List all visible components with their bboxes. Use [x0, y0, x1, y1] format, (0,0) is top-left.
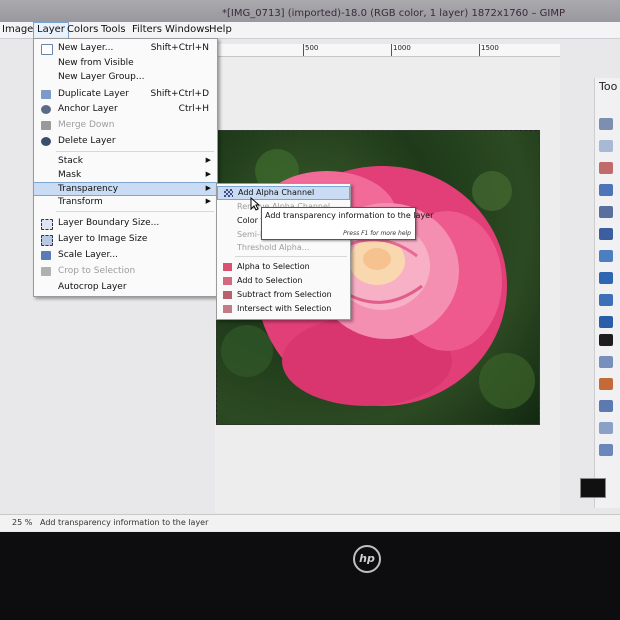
merge-down-icon: [41, 121, 51, 130]
ruler-label-1500: 1500: [481, 44, 499, 52]
menu-item-new-from-visible[interactable]: New from Visible: [34, 57, 217, 70]
scissors-icon[interactable]: [599, 184, 613, 196]
anchor-icon: [41, 105, 51, 114]
menu-item-add-alpha-channel[interactable]: Add Alpha Channel: [217, 186, 350, 200]
add-to-selection-icon: [223, 277, 232, 285]
menu-item-crop-to-selection[interactable]: Crop to Selection: [34, 265, 217, 278]
menu-item-new-layer[interactable]: New Layer... Shift+Ctrl+N: [34, 42, 217, 55]
tooltip: Add transparency information to the laye…: [261, 207, 433, 240]
submenu-arrow-icon: ▶: [205, 170, 211, 178]
move-icon[interactable]: [599, 250, 613, 262]
menu-tools[interactable]: Tools: [101, 24, 126, 35]
submenu-arrow-icon: ▶: [205, 197, 211, 205]
alpha-channel-icon: [224, 189, 233, 197]
zoom-level[interactable]: 25 %: [12, 518, 32, 527]
ruler-label-1000: 1000: [393, 44, 411, 52]
foreground-color-icon[interactable]: [580, 478, 606, 498]
delete-layer-icon: [41, 137, 51, 146]
submenu-arrow-icon: ▶: [205, 156, 211, 164]
menu-image[interactable]: Image: [2, 24, 33, 35]
text-tool-icon[interactable]: [599, 334, 613, 346]
menu-item-mask[interactable]: Mask ▶: [34, 169, 217, 182]
menu-item-add-to-selection[interactable]: Add to Selection: [217, 275, 350, 287]
window-title: *[IMG_0713] (imported)-18.0 (RGB color, …: [222, 8, 565, 19]
crop-icon: [41, 267, 51, 276]
pencil-icon[interactable]: [599, 378, 613, 390]
menu-item-new-layer-group[interactable]: New Layer Group...: [34, 71, 217, 84]
menu-item-layer-boundary-size[interactable]: Layer Boundary Size...: [34, 217, 217, 230]
menu-item-anchor-layer[interactable]: Anchor Layer Ctrl+H: [34, 103, 217, 116]
menu-separator: [235, 256, 347, 257]
flip-icon[interactable]: [599, 316, 613, 328]
menu-item-merge-down[interactable]: Merge Down: [34, 119, 217, 132]
scale-layer-icon: [41, 251, 51, 260]
paths-icon[interactable]: [599, 206, 613, 218]
menu-item-stack[interactable]: Stack ▶: [34, 155, 217, 168]
bucket-icon[interactable]: [599, 356, 613, 368]
lasso-icon[interactable]: [599, 140, 613, 152]
duplicate-layer-icon: [41, 90, 51, 99]
toolbox-panel: Too: [594, 78, 620, 508]
clone-icon[interactable]: [599, 444, 613, 456]
tooltip-help-hint: Press F1 for more help: [343, 230, 411, 237]
brush-icon[interactable]: [599, 400, 613, 412]
menu-item-transparency[interactable]: Transparency ▶: [34, 182, 217, 196]
tooltip-text: Add transparency information to the laye…: [265, 211, 434, 220]
menu-item-intersect-with-selection[interactable]: Intersect with Selection: [217, 303, 350, 315]
status-bar: 25 % Add transparency information to the…: [0, 514, 620, 531]
fuzzy-select-icon[interactable]: [599, 162, 613, 174]
hp-logo: hp: [353, 545, 381, 573]
monitor-screen: *[IMG_0713] (imported)-18.0 (RGB color, …: [0, 0, 620, 532]
mouse-cursor-icon: [250, 197, 260, 211]
status-message: Add transparency information to the laye…: [40, 518, 209, 527]
rotate-icon[interactable]: [599, 294, 613, 306]
alpha-to-selection-icon: [223, 263, 232, 271]
crop-tool-icon[interactable]: [599, 272, 613, 284]
menu-item-threshold-alpha[interactable]: Threshold Alpha...: [217, 242, 350, 254]
menu-help[interactable]: Help: [209, 24, 232, 35]
title-bar: *[IMG_0713] (imported)-18.0 (RGB color, …: [0, 0, 620, 22]
new-layer-icon: [41, 44, 53, 55]
layer-boundary-icon: [41, 219, 53, 230]
menu-bar: Image Layer Colors Tools Filters Windows…: [0, 22, 620, 40]
color-picker-icon[interactable]: [599, 228, 613, 240]
menu-item-scale-layer[interactable]: Scale Layer...: [34, 249, 217, 262]
horizontal-ruler[interactable]: 500 1000 1500: [215, 44, 560, 57]
submenu-arrow-icon: ▶: [205, 184, 211, 192]
layer-menu: New Layer... Shift+Ctrl+N New from Visib…: [33, 38, 218, 297]
menu-item-transform[interactable]: Transform ▶: [34, 196, 217, 209]
menu-separator: [56, 211, 214, 212]
menu-item-alpha-to-selection[interactable]: Alpha to Selection: [217, 261, 350, 273]
layer-to-image-icon: [41, 235, 53, 246]
menu-item-delete-layer[interactable]: Delete Layer: [34, 135, 217, 148]
menu-colors[interactable]: Colors: [67, 24, 98, 35]
eraser-icon[interactable]: [599, 422, 613, 434]
rect-select-icon[interactable]: [599, 118, 613, 130]
menu-item-layer-to-image-size[interactable]: Layer to Image Size: [34, 233, 217, 246]
menu-separator: [56, 151, 214, 152]
menu-item-duplicate-layer[interactable]: Duplicate Layer Shift+Ctrl+D: [34, 88, 217, 101]
menu-item-autocrop-layer[interactable]: Autocrop Layer: [34, 281, 217, 294]
menu-filters[interactable]: Filters: [132, 24, 162, 35]
menu-item-subtract-from-selection[interactable]: Subtract from Selection: [217, 289, 350, 301]
subtract-selection-icon: [223, 291, 232, 299]
ruler-label-500: 500: [305, 44, 319, 52]
intersect-selection-icon: [223, 305, 232, 313]
menu-windows[interactable]: Windows: [165, 24, 210, 35]
transparency-submenu: Add Alpha Channel Remove Alpha Channel C…: [216, 183, 351, 320]
toolbox-title: Too: [599, 80, 618, 93]
